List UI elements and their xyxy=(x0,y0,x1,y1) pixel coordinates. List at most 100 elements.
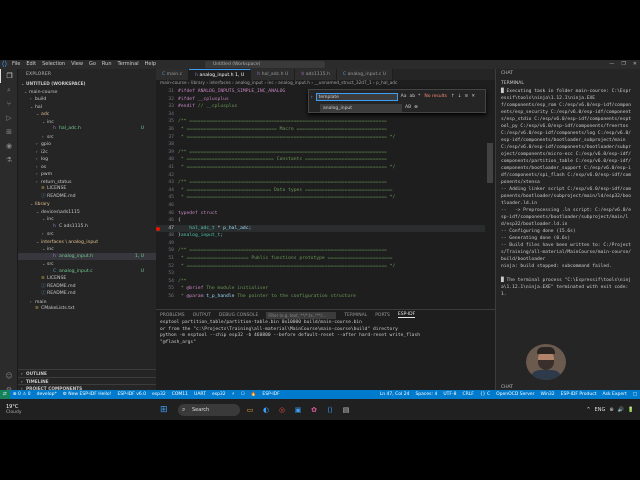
find-input[interactable]: template xyxy=(315,92,398,101)
replace-option-button[interactable]: ⊕ xyxy=(414,105,418,110)
maximize-button[interactable]: ❐ xyxy=(621,60,625,69)
status-item-right[interactable]: Ln 47, Col 24 xyxy=(377,392,413,397)
problems-count[interactable]: ⊗ 0 ⚠ 0 xyxy=(10,392,34,397)
tree-item[interactable]: ⌄ interfaces \ analog_input xyxy=(18,238,156,246)
tree-item[interactable]: › os xyxy=(18,163,156,171)
battery-icon[interactable]: 🔋 xyxy=(628,407,634,413)
panel-tab-esp-idf[interactable]: ESP-IDF xyxy=(397,312,416,318)
status-item-right[interactable]: ESP-IDF Product xyxy=(558,392,600,397)
status-item[interactable]: esp32 xyxy=(209,392,229,397)
status-item[interactable]: ⚡ xyxy=(229,392,238,397)
editor-tab[interactable]: C analog_input.c U xyxy=(336,69,394,80)
panel-output[interactable]: esptool partition_table/partition-table.… xyxy=(156,320,495,346)
code-line[interactable]: 46 { xyxy=(156,217,495,225)
status-item[interactable]: COM11 xyxy=(169,392,191,397)
status-item[interactable]: esp32 xyxy=(149,392,169,397)
status-item-right[interactable]: OpenOCD Server xyxy=(493,392,537,397)
status-item[interactable]: ESP-IDF v6.0 xyxy=(114,392,149,397)
tree-item[interactable]: ⌄ inc xyxy=(18,215,156,223)
store-icon[interactable]: ▣ xyxy=(292,404,304,416)
status-item[interactable]: ⎔ xyxy=(238,392,248,397)
taskbar-search[interactable]: ⌕ Search xyxy=(178,403,240,416)
tree-item[interactable]: ⌄ hal xyxy=(18,103,156,111)
app-icon[interactable]: ✿ xyxy=(308,404,320,416)
workspace-header[interactable]: ⌄ UNTITLED (WORKSPACE) xyxy=(18,80,156,88)
explorer-icon[interactable]: ❐ xyxy=(0,69,18,83)
tree-item[interactable]: › pwm xyxy=(18,170,156,178)
status-item-right[interactable]: CRLF xyxy=(459,392,476,397)
code-line[interactable]: 49 xyxy=(156,240,495,248)
menu-selection[interactable]: Selection xyxy=(39,60,68,69)
tree-item[interactable]: ⓘ README.md xyxy=(18,283,156,291)
tree-item[interactable]: › build xyxy=(18,95,156,103)
minimize-button[interactable]: — xyxy=(609,60,614,69)
editor-tab[interactable]: C main.c xyxy=(156,69,190,80)
code-line[interactable]: 43 /** ==================================… xyxy=(156,179,495,187)
toggle-replace-chevron-icon[interactable]: › xyxy=(311,94,313,99)
code-line[interactable]: 46 xyxy=(156,202,495,210)
language-indicator[interactable]: ENG xyxy=(595,407,606,413)
status-item[interactable]: ESP-IDF xyxy=(259,392,282,397)
weather-widget[interactable]: 19°C Cloudy xyxy=(0,404,60,415)
tree-item[interactable]: ⌄ adc xyxy=(18,110,156,118)
panel-tab-problems[interactable]: PROBLEMS xyxy=(160,313,185,318)
status-item-right[interactable]: Win32 xyxy=(537,392,557,397)
vscode-taskbar-icon[interactable]: ⟨⟩ xyxy=(324,404,336,416)
tree-item[interactable]: ⌄ main-course xyxy=(18,88,156,96)
edge-icon[interactable]: ◐ xyxy=(260,404,272,416)
chat-header[interactable]: CHAT xyxy=(496,69,640,79)
menu-terminal[interactable]: Terminal xyxy=(115,60,142,69)
code-line[interactable]: 47 hal_adc_t * p_hal_adc; xyxy=(156,224,495,233)
code-line[interactable]: 41 * ===================================… xyxy=(156,164,495,172)
volume-icon[interactable]: 🔊 xyxy=(618,407,624,413)
status-item[interactable]: UART xyxy=(191,392,209,397)
status-item-right[interactable]: Ask Expert xyxy=(600,392,630,397)
code-line[interactable]: 40 * =============================== Con… xyxy=(156,156,495,164)
replace-input[interactable]: analog_input xyxy=(320,103,402,112)
tree-item[interactable]: › src xyxy=(18,133,156,141)
menu-help[interactable]: Help xyxy=(142,60,159,69)
file-explorer-icon[interactable]: ▭ xyxy=(244,404,256,416)
minimap[interactable] xyxy=(485,88,495,318)
code-line[interactable]: 54 /** xyxy=(156,278,495,286)
tree-item[interactable]: ⌄ inc xyxy=(18,118,156,126)
close-button[interactable]: ✕ xyxy=(633,60,637,69)
menu-edit[interactable]: Edit xyxy=(23,60,39,69)
code-line[interactable]: 51 * ====================== Public funct… xyxy=(156,255,495,263)
terminal-taskbar-icon[interactable]: ▤ xyxy=(340,404,352,416)
breadcrumb[interactable]: main-course › library › interfaces › ana… xyxy=(156,80,495,88)
command-center[interactable]: Untitled (Workspace) xyxy=(205,61,325,68)
code-line[interactable]: 44 * ============================== Data… xyxy=(156,187,495,195)
code-line[interactable]: 38 xyxy=(156,141,495,149)
code-line[interactable]: 52 * ===================================… xyxy=(156,263,495,271)
code-line[interactable]: 46 typedef struct xyxy=(156,210,495,218)
status-item-right[interactable]: UTF-8 xyxy=(440,392,459,397)
tree-item[interactable]: hC ads1115.h xyxy=(18,223,156,231)
status-item[interactable]: 🔥 xyxy=(248,392,260,397)
code-line[interactable]: 48}analog_input_t; xyxy=(156,232,495,240)
find-in-selection-icon[interactable]: ≡ xyxy=(465,94,469,99)
terminal-header[interactable]: TERMINAL xyxy=(496,79,640,88)
status-item-right[interactable]: {} C xyxy=(477,392,493,397)
tree-item[interactable]: › main xyxy=(18,298,156,306)
previous-match-icon[interactable]: ↑ xyxy=(451,94,455,99)
code-editor[interactable]: 31 #ifdef ANALOG_INPUTS_SIMPLE_INC_ANALOG… xyxy=(156,88,495,318)
tree-item[interactable]: Canalog_input.c U xyxy=(18,268,156,276)
code-line[interactable]: 36 * ================================ Ma… xyxy=(156,126,495,134)
tree-item[interactable]: › i2c xyxy=(18,148,156,156)
editor-tab[interactable]: h hal_adc.h U xyxy=(251,69,296,80)
panel-tab-output[interactable]: OUTPUT xyxy=(193,313,211,318)
tree-item[interactable]: › log xyxy=(18,155,156,163)
tree-item[interactable]: › return_status xyxy=(18,178,156,186)
panel-tab-terminal[interactable]: TERMINAL xyxy=(344,313,367,318)
tree-item[interactable]: ≡ CMakeLists.txt xyxy=(18,305,156,313)
tree-item[interactable]: ⌄ src xyxy=(18,260,156,268)
remote-indicator[interactable]: ⇄ xyxy=(0,390,10,399)
code-line[interactable]: 45 * ===================================… xyxy=(156,194,495,202)
menu-view[interactable]: View xyxy=(68,60,86,69)
chrome-icon[interactable]: ◎ xyxy=(276,404,288,416)
search-icon[interactable]: ⌕ xyxy=(0,83,18,97)
section-outline[interactable]: › OUTLINE xyxy=(18,369,156,377)
next-match-icon[interactable]: ↓ xyxy=(458,94,462,99)
panel-tab-debug-console[interactable]: DEBUG CONSOLE xyxy=(219,313,258,318)
